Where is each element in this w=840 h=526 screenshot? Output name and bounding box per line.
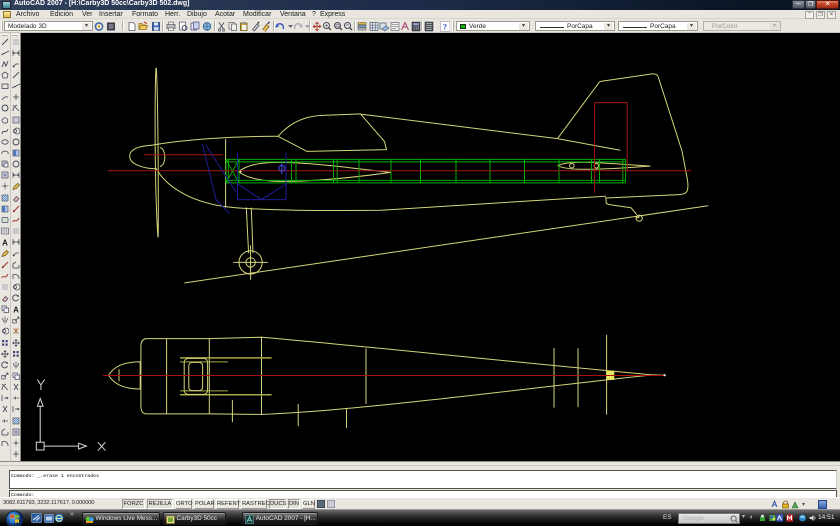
svg-text:A: A [13,306,19,314]
svg-text:A: A [2,239,8,247]
svg-text:?: ? [443,22,447,32]
